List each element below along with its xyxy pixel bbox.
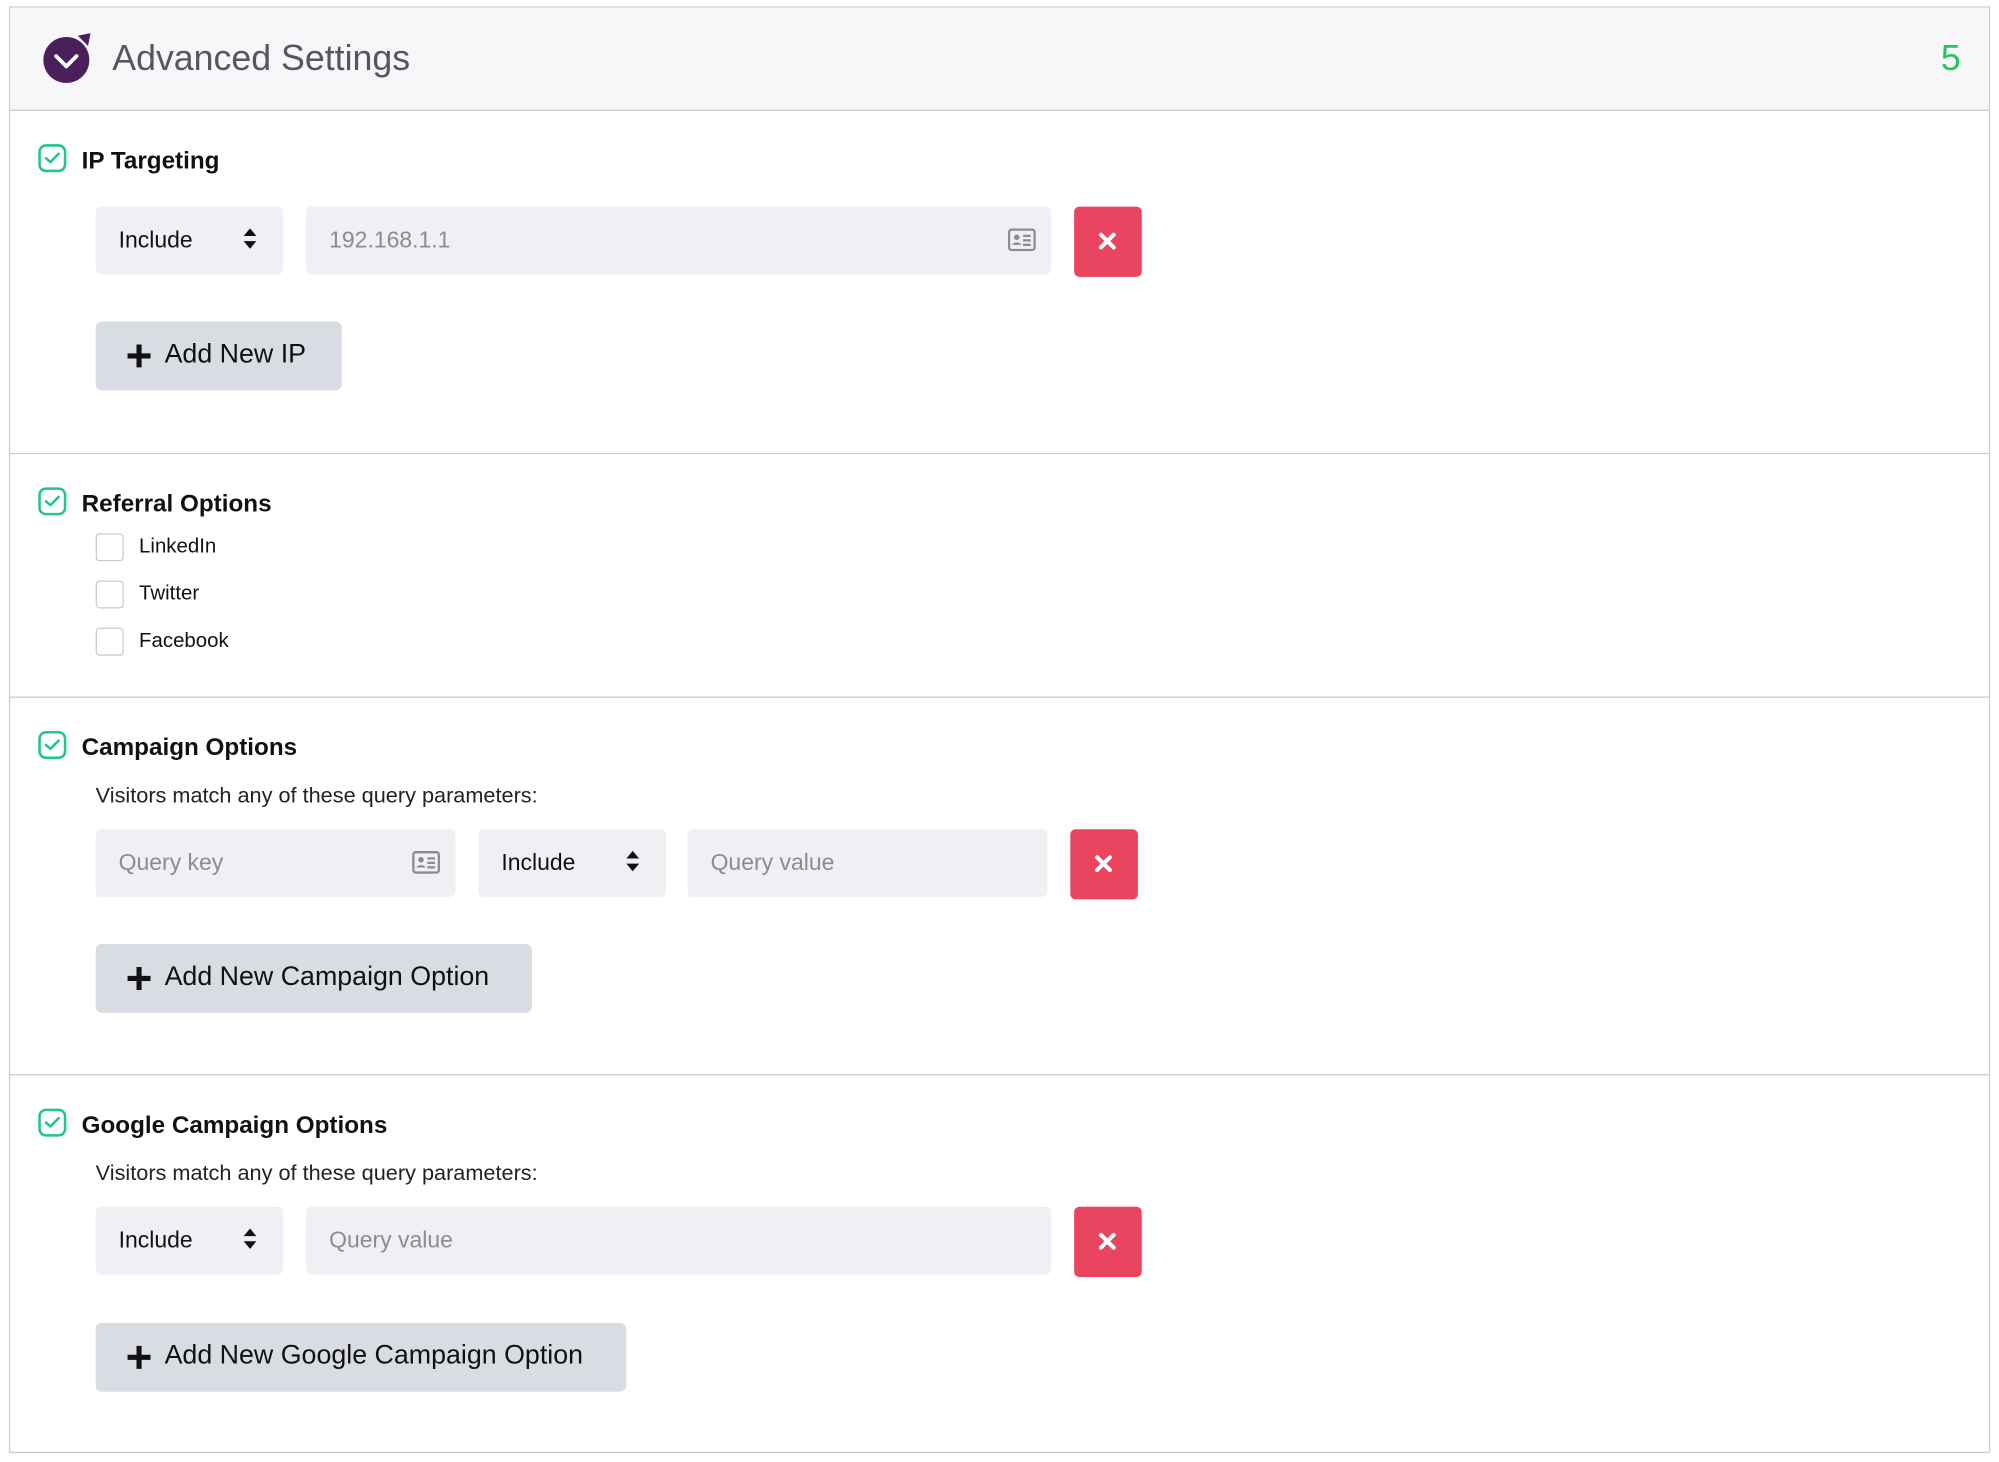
plus-icon [127,966,151,990]
add-new-ip-label: Add New IP [164,339,307,369]
step-number: 5 [1940,38,1961,78]
google-campaign-options-checkbox[interactable] [38,1108,67,1137]
campaign-mode-value: Include [501,849,576,876]
close-icon [1098,232,1116,250]
referral-options-title: Referral Options [81,491,272,518]
twitter-label: Twitter [139,582,200,605]
referral-options-checkbox[interactable] [38,487,67,516]
google-campaign-mode-value: Include [118,1227,193,1253]
google-query-value-field[interactable] [306,1206,1052,1275]
check-icon [44,739,60,751]
check-icon [44,495,60,507]
campaign-options-title: Campaign Options [81,734,298,762]
plus-icon [127,344,151,368]
facebook-checkbox[interactable] [95,627,124,656]
query-key-field[interactable] [95,829,456,897]
add-new-ip-button[interactable]: Add New IP [95,321,342,391]
ip-address-field[interactable] [306,206,1052,275]
add-new-campaign-option-label: Add New Campaign Option [164,961,490,992]
contact-card-icon [412,851,440,874]
campaign-description: Visitors match any of these query parame… [95,783,538,808]
collapse-toggle-icon[interactable] [40,33,94,87]
advanced-settings-panel: Advanced Settings 5 IP Targeting Include [8,6,1991,1454]
query-value-field[interactable] [687,829,1048,897]
referral-options-section: Referral Options LinkedIn Twitter Facebo… [10,454,1989,698]
ip-address-input[interactable] [306,206,1052,275]
query-key-input[interactable] [95,829,456,897]
linkedin-checkbox[interactable] [95,533,124,562]
campaign-options-section: Campaign Options Visitors match any of t… [10,698,1989,1076]
query-value-input[interactable] [687,829,1048,897]
google-query-value-input[interactable] [306,1206,1052,1275]
check-icon [44,1116,60,1128]
remove-google-campaign-option-button[interactable] [1074,1206,1142,1277]
remove-ip-button[interactable] [1074,206,1142,277]
linkedin-label: LinkedIn [139,535,217,558]
sort-arrows-icon [243,1228,257,1249]
remove-campaign-option-button[interactable] [1070,829,1138,900]
ip-targeting-title: IP Targeting [81,147,220,175]
close-icon [1098,1232,1116,1250]
add-new-google-campaign-option-button[interactable]: Add New Google Campaign Option [95,1322,627,1392]
campaign-mode-select[interactable]: Include [478,829,666,897]
google-campaign-description: Visitors match any of these query parame… [95,1160,538,1186]
ip-mode-select[interactable]: Include [95,206,284,275]
ip-targeting-section: IP Targeting Include Add New IP [10,111,1989,455]
campaign-options-checkbox[interactable] [38,730,67,760]
ip-targeting-checkbox[interactable] [38,144,67,173]
sort-arrows-icon [626,850,640,872]
ip-mode-value: Include [118,227,193,253]
check-icon [44,152,60,164]
panel-title: Advanced Settings [112,38,411,78]
plus-icon [127,1345,151,1369]
add-new-google-campaign-option-label: Add New Google Campaign Option [164,1340,584,1371]
twitter-checkbox[interactable] [95,580,124,609]
google-campaign-options-section: Google Campaign Options Visitors match a… [10,1075,1989,1454]
add-new-campaign-option-button[interactable]: Add New Campaign Option [95,944,532,1013]
google-campaign-mode-select[interactable]: Include [95,1206,284,1275]
sort-arrows-icon [243,228,257,249]
contact-card-icon [1007,228,1036,252]
close-icon [1095,855,1112,873]
google-campaign-options-title: Google Campaign Options [81,1112,388,1140]
panel-header[interactable]: Advanced Settings 5 [10,7,1989,111]
facebook-label: Facebook [139,630,229,652]
